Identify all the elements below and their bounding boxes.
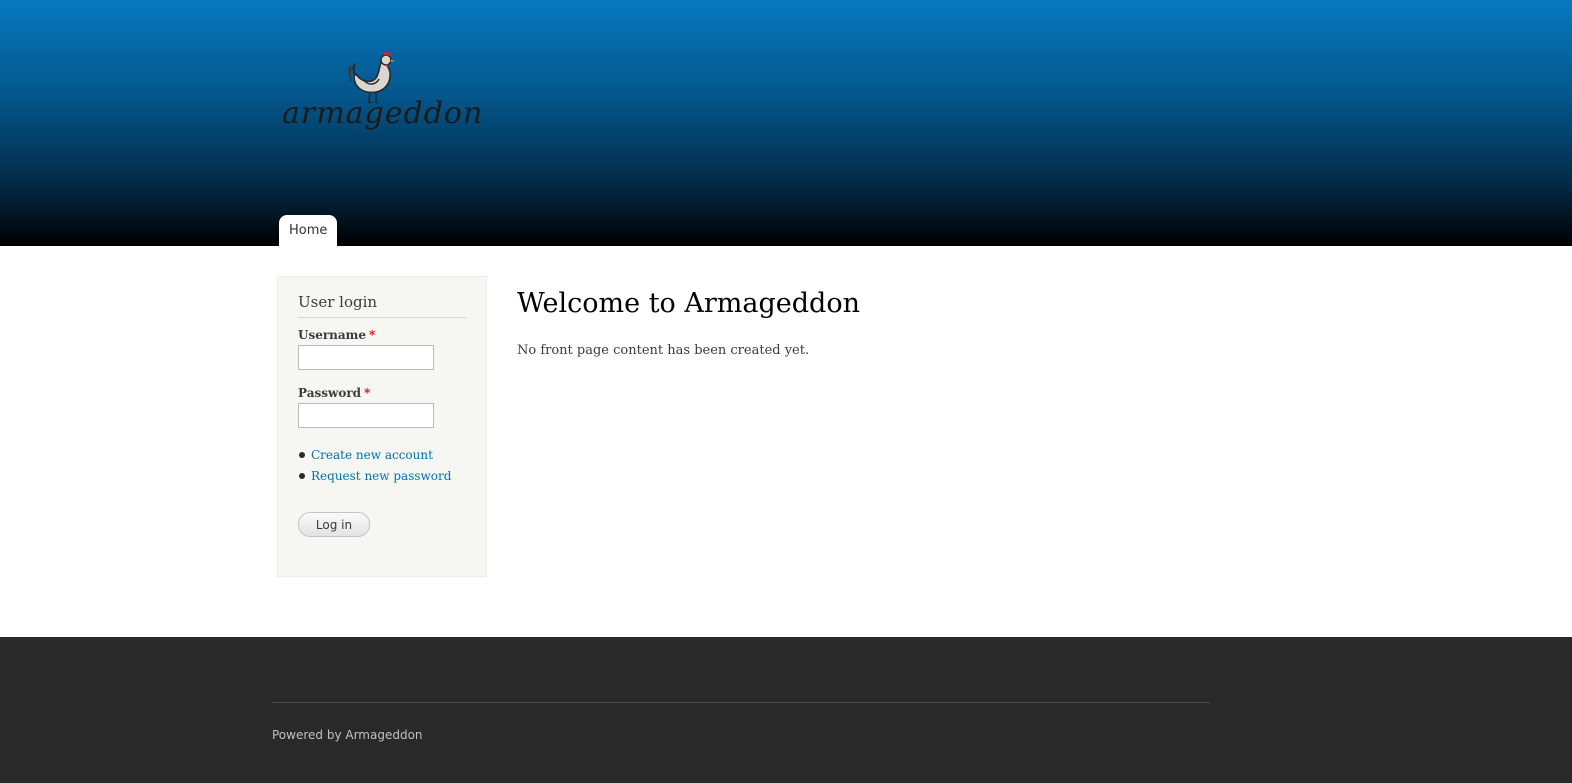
password-label-text: Password [298,386,362,400]
front-page-message: No front page content has been created y… [517,343,810,358]
nav-tab-home[interactable]: Home [279,215,338,246]
required-marker: * [369,328,376,342]
user-login-block: User login Username * Password * Create ne… [277,276,487,577]
username-label-text: Username [298,328,367,342]
footer-divider [272,702,1210,703]
page-title: Welcome to Armageddon [517,288,860,319]
block-title: User login [298,293,466,318]
bullet-icon [299,452,305,458]
list-item: Request new password [298,468,451,489]
username-input[interactable] [298,345,434,370]
required-marker: * [364,386,371,400]
powered-by-text: Powered by Armageddon [272,728,423,742]
site-footer: Powered by Armageddon [0,637,1572,783]
username-label: Username * [298,328,375,342]
logo-text: armageddon [282,96,484,131]
create-account-link[interactable]: Create new account [311,448,433,462]
password-input[interactable] [298,403,434,428]
login-button[interactable]: Log in [298,512,370,537]
bullet-icon [299,473,305,479]
list-item: Create new account [298,447,451,468]
site-header: armageddon Home [0,0,1572,246]
password-label: Password * [298,386,370,400]
login-links: Create new account Request new password [298,447,451,489]
request-password-link[interactable]: Request new password [311,469,451,483]
site-logo[interactable]: armageddon [280,50,482,140]
